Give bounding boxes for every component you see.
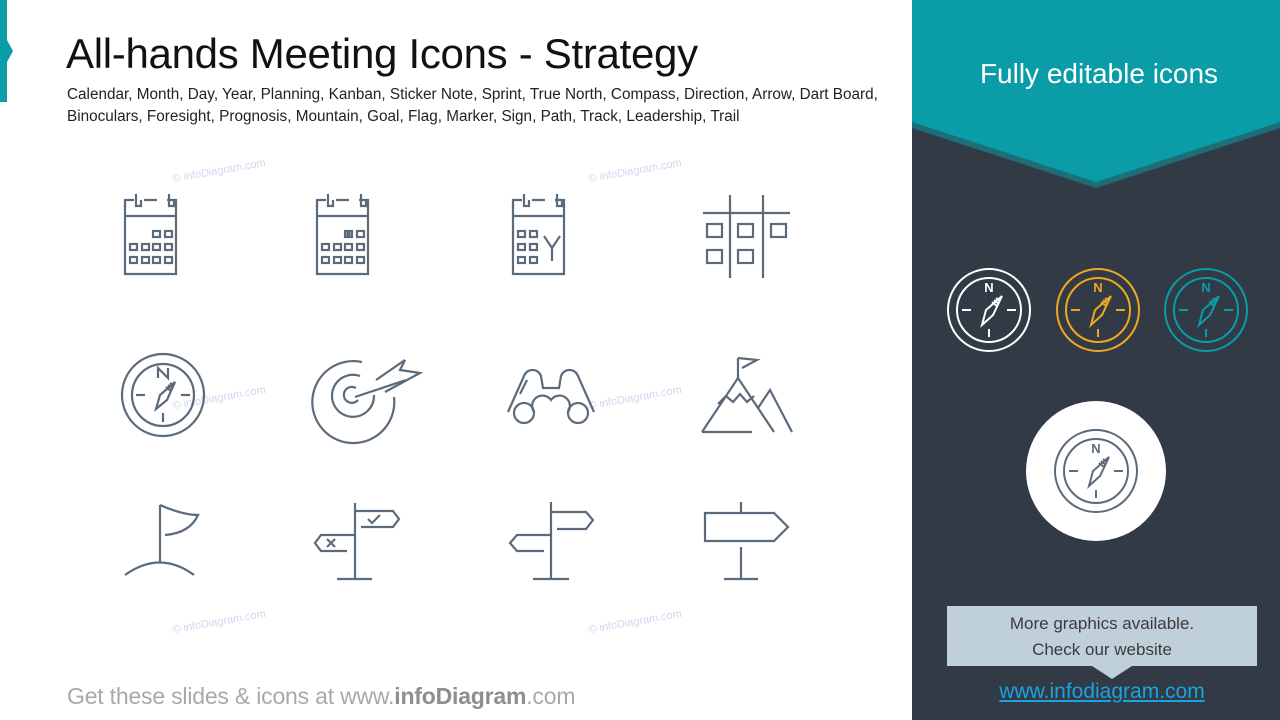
highlight-circle: N bbox=[1026, 401, 1166, 541]
footer-brand: infoDiagram bbox=[394, 683, 527, 709]
calendar-day-icon bbox=[286, 180, 396, 290]
compass-north-letter: N bbox=[1201, 280, 1210, 295]
compass-icon-teal: N bbox=[1163, 267, 1249, 353]
more-graphics-callout: More graphics available. Check our websi… bbox=[947, 606, 1257, 679]
calendar-year-icon bbox=[482, 180, 592, 290]
watermark: © infoDiagram.com bbox=[587, 156, 683, 186]
teal-chevron-banner bbox=[912, 0, 1280, 188]
slide-subtitle-keywords: Calendar, Month, Day, Year, Planning, Ka… bbox=[67, 86, 878, 125]
compass-icon-highlight: N bbox=[1053, 428, 1139, 514]
compass-north-letter: N bbox=[1091, 441, 1100, 456]
binoculars-icon bbox=[496, 340, 606, 450]
flag-marker-icon bbox=[108, 495, 218, 605]
compass-icon-white: N bbox=[946, 267, 1032, 353]
compass-icon-orange: N bbox=[1055, 267, 1141, 353]
watermark: © infoDiagram.com bbox=[587, 607, 683, 637]
left-accent-bar bbox=[0, 0, 13, 102]
footer-promo-text: Get these slides & icons at www.infoDiag… bbox=[67, 683, 575, 710]
sign-board-icon bbox=[690, 495, 800, 605]
compass-north-letter: N bbox=[1093, 280, 1102, 295]
footer-prefix: Get these slides & icons at www. bbox=[67, 683, 395, 709]
mountain-flag-icon bbox=[690, 340, 800, 450]
website-link[interactable]: www.infodiagram.com bbox=[947, 680, 1257, 704]
dart-board-icon bbox=[300, 340, 424, 450]
panel-title: Fully editable icons bbox=[979, 58, 1219, 89]
compass-icon bbox=[108, 340, 218, 450]
kanban-board-icon bbox=[690, 180, 800, 290]
callout-line-1: More graphics available. bbox=[1009, 614, 1195, 633]
direction-sign-check-cross-icon bbox=[300, 495, 410, 605]
calendar-month-icon bbox=[94, 180, 204, 290]
footer-suffix: .com bbox=[526, 683, 576, 709]
slide-title: All-hands Meeting Icons - Strategy bbox=[66, 30, 698, 77]
watermark: © infoDiagram.com bbox=[171, 607, 267, 637]
direction-signpost-icon bbox=[496, 495, 606, 605]
callout-line-2: Check our website bbox=[1032, 640, 1172, 659]
compass-north-letter: N bbox=[984, 280, 993, 295]
